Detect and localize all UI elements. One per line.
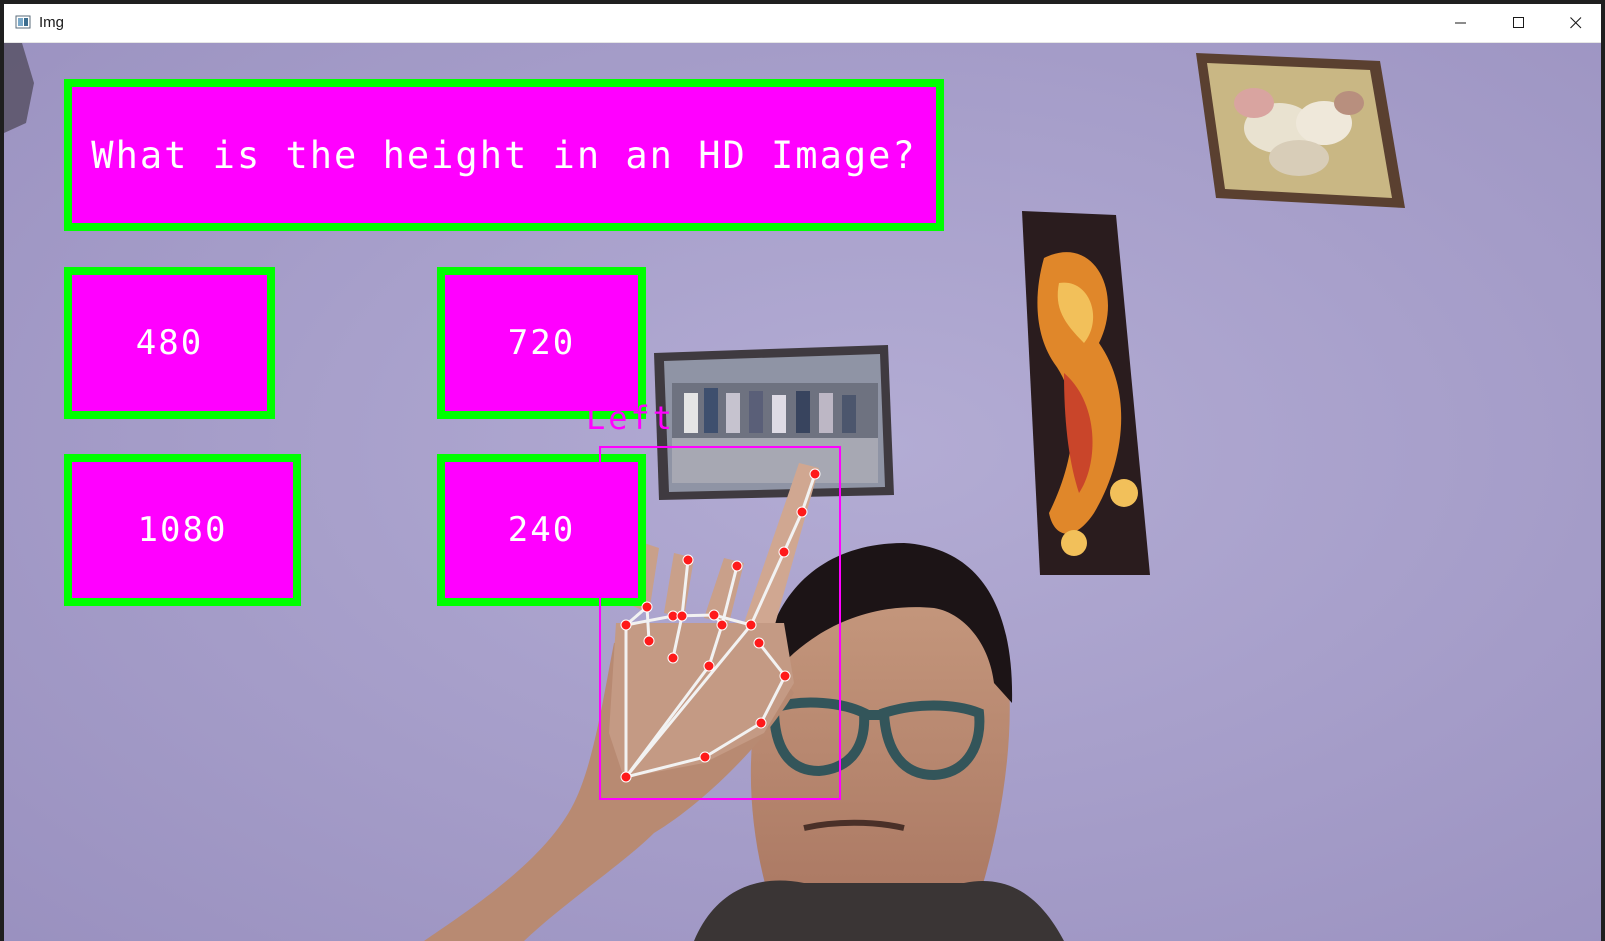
answer-option-4[interactable]: 240 [437, 454, 646, 606]
question-text: What is the height in an HD Image? [91, 133, 917, 177]
answer-option-2[interactable]: 720 [437, 267, 646, 419]
maximize-icon [1513, 17, 1524, 28]
answer-option-3[interactable]: 1080 [64, 454, 301, 606]
window-title: Img [39, 14, 65, 31]
answer-option-1[interactable]: 480 [64, 267, 275, 419]
hand-label: Left [586, 399, 676, 437]
group-photo-frame [654, 345, 894, 500]
flower-painting [1196, 53, 1405, 208]
answer-option-3-label: 1080 [137, 510, 228, 550]
close-button[interactable] [1547, 4, 1601, 42]
minimize-button[interactable] [1432, 4, 1490, 42]
app-icon [15, 15, 31, 29]
answer-option-1-label: 480 [135, 323, 204, 363]
maximize-button[interactable] [1490, 4, 1548, 42]
minimize-icon [1455, 22, 1466, 24]
title-bar[interactable]: Img [4, 4, 1601, 43]
close-icon [1570, 17, 1582, 29]
question-box: What is the height in an HD Image? [64, 79, 944, 231]
answer-option-2-label: 720 [507, 323, 576, 363]
answer-option-4-label: 240 [507, 510, 576, 550]
camera-view: What is the height in an HD Image? 480 7… [4, 43, 1601, 941]
app-window: Img What is the height in an HD Image? 4… [4, 4, 1601, 941]
